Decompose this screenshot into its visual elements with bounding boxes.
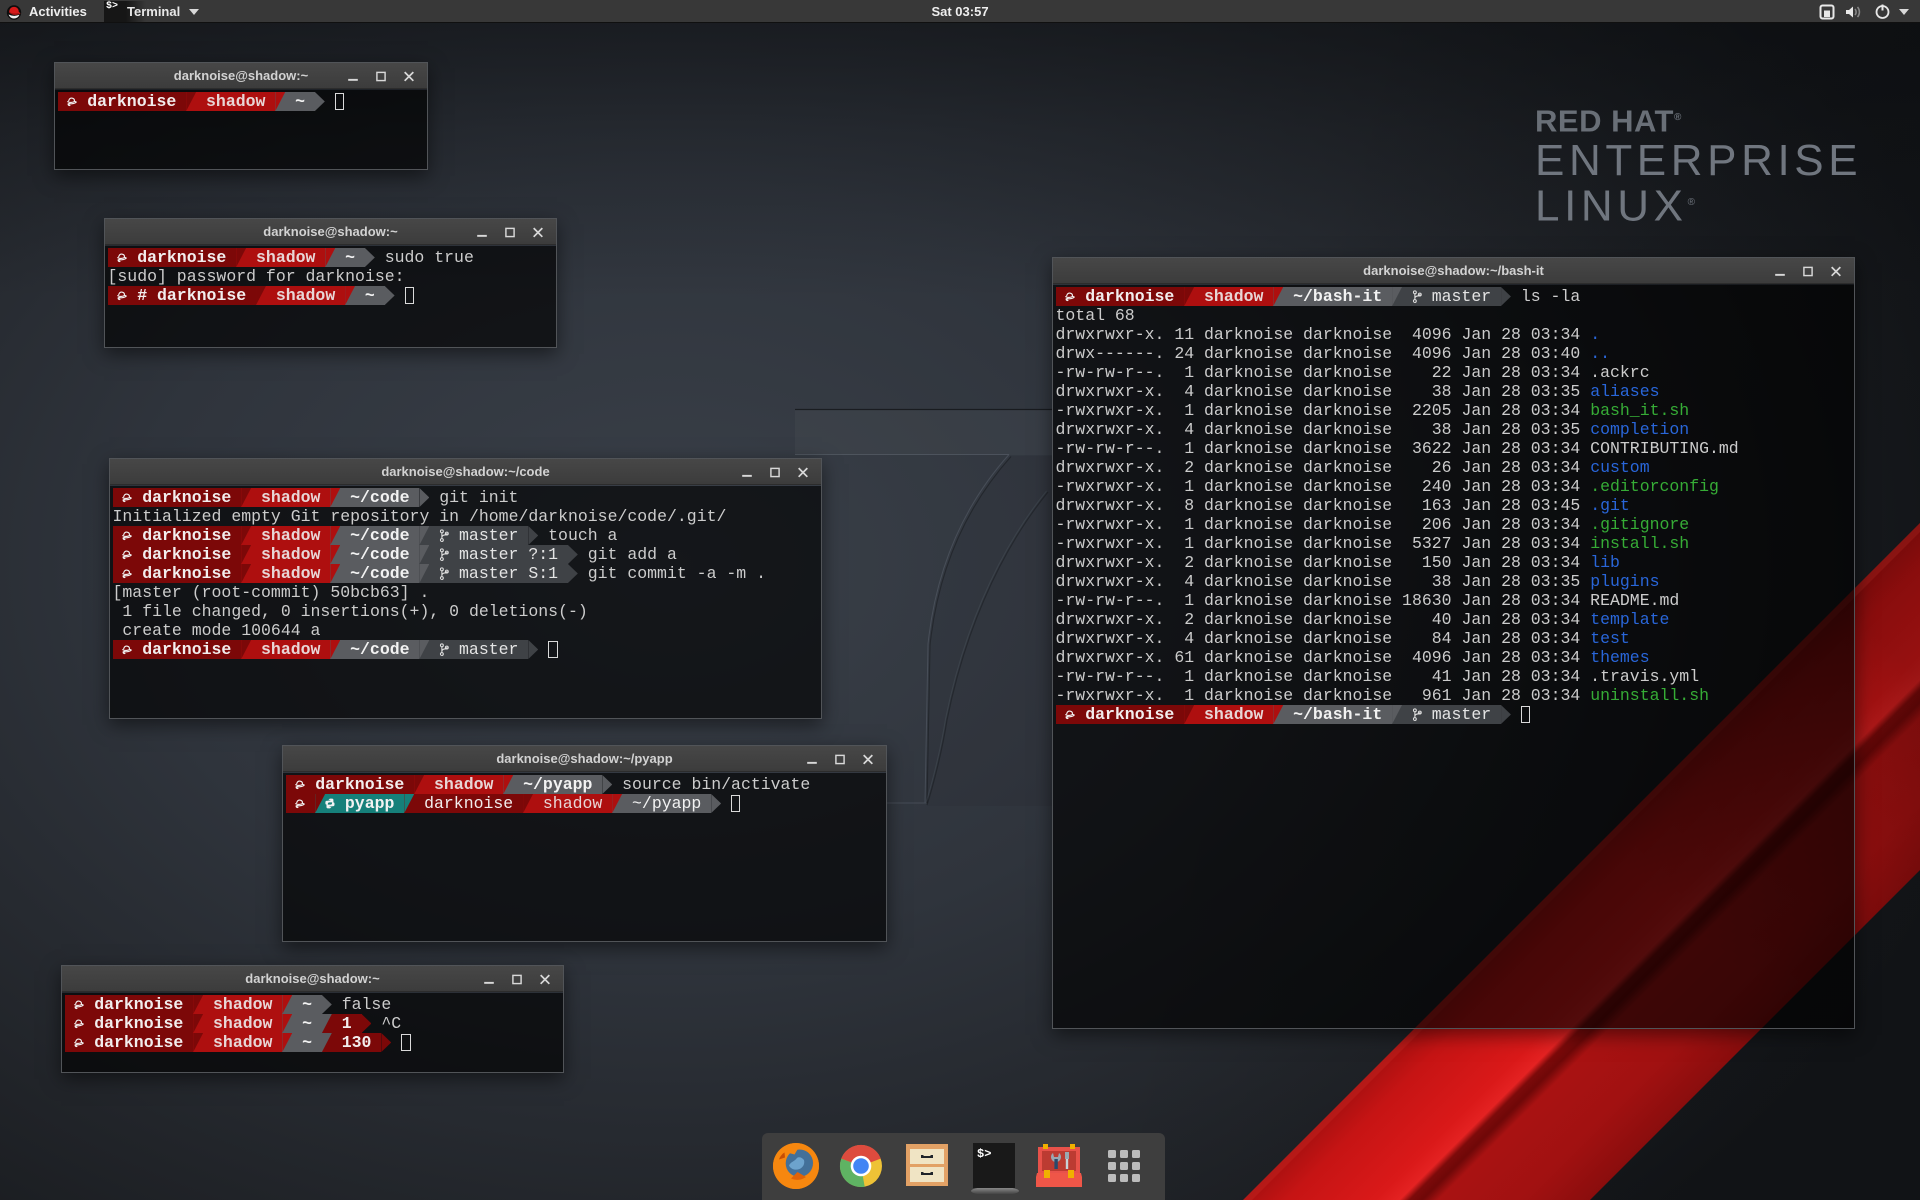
svg-text:$>: $> (977, 1147, 991, 1161)
